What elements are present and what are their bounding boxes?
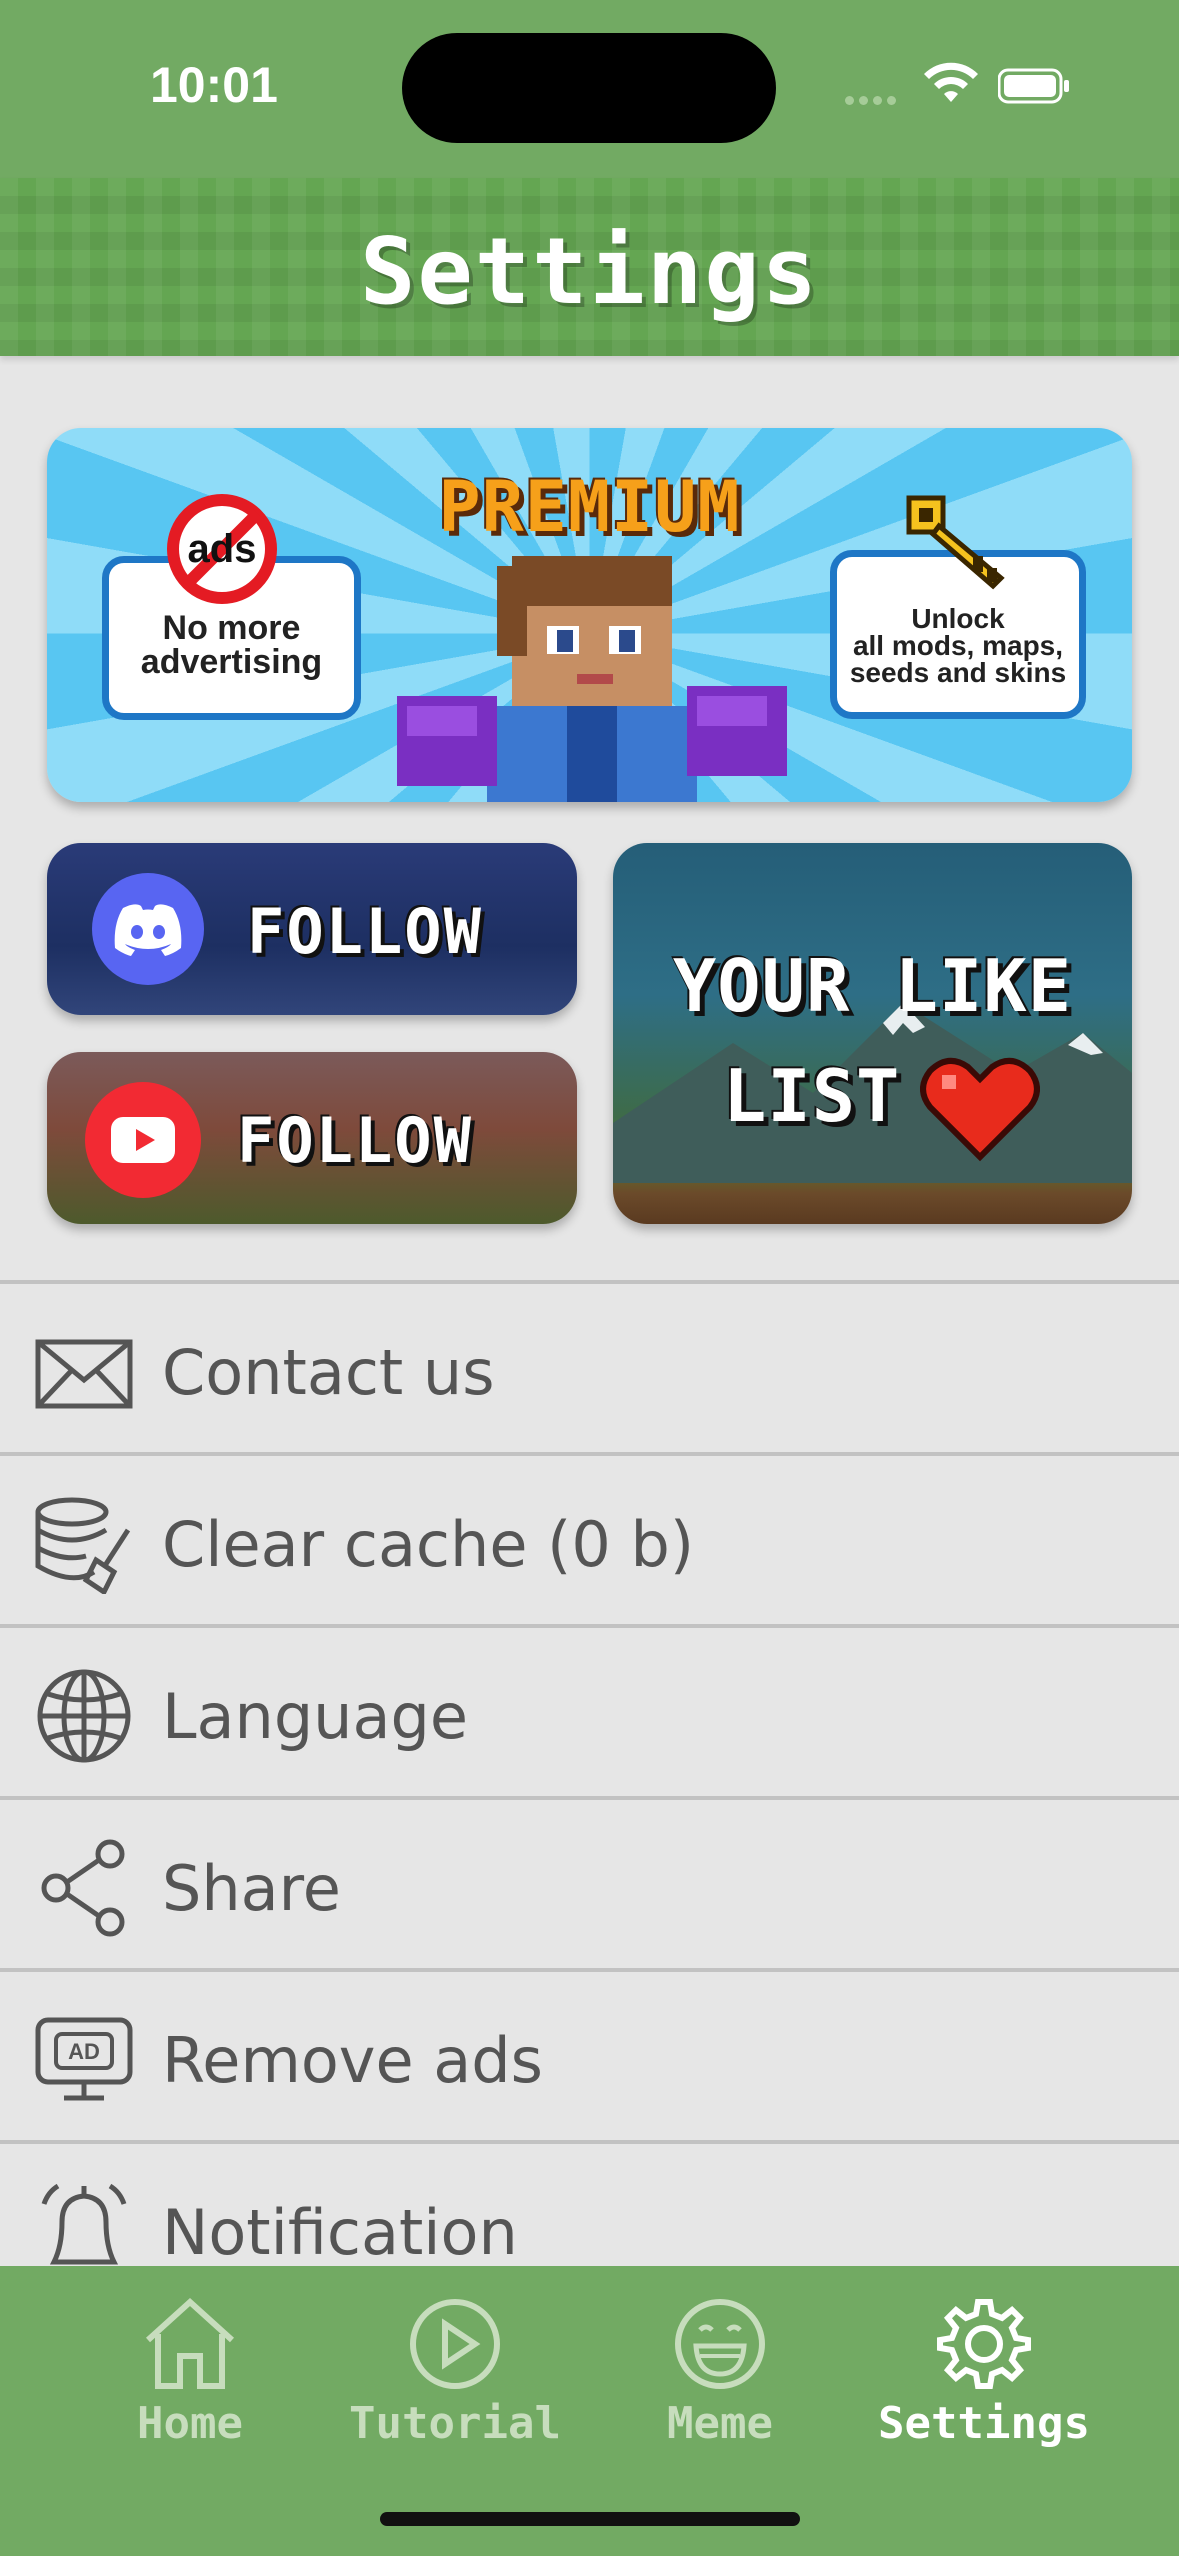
blocky-character-illustration bbox=[397, 556, 787, 802]
battery-icon bbox=[998, 68, 1069, 104]
discord-follow-label: FOLLOW bbox=[247, 895, 483, 968]
premium-title: PREMIUM bbox=[438, 466, 741, 548]
tab-home[interactable]: Home bbox=[70, 2296, 310, 2466]
tab-label: Meme bbox=[667, 2398, 773, 2449]
home-indicator[interactable] bbox=[380, 2512, 800, 2526]
dynamic-island bbox=[402, 33, 776, 143]
settings-item-label: Clear cache (0 b) bbox=[162, 1508, 695, 1581]
settings-item-label: Language bbox=[162, 1680, 468, 1753]
no-ads-text: No more advertising bbox=[140, 609, 323, 681]
envelope-icon bbox=[35, 1339, 133, 1409]
globe-icon bbox=[37, 1669, 131, 1763]
settings-item-clear-cache[interactable]: Clear cache (0 b) bbox=[0, 1452, 1179, 1624]
share-icon bbox=[41, 1839, 125, 1937]
svg-text:AD: AD bbox=[68, 2039, 100, 2064]
house-icon bbox=[145, 2297, 235, 2389]
tab-label: Tutorial bbox=[349, 2398, 561, 2449]
wifi-icon bbox=[924, 62, 978, 102]
page-header: Settings bbox=[0, 178, 1179, 356]
settings-item-label: Remove ads bbox=[162, 2024, 543, 2097]
settings-item-contact-us[interactable]: Contact us bbox=[0, 1280, 1179, 1452]
ad-monitor-icon: AD bbox=[35, 2017, 133, 2101]
gear-icon bbox=[937, 2299, 1031, 2389]
page-title: Settings bbox=[359, 218, 820, 325]
settings-item-remove-ads[interactable]: AD Remove ads bbox=[0, 1968, 1179, 2140]
unlock-title: Unlock bbox=[911, 603, 1005, 634]
settings-item-label: Share bbox=[162, 1852, 341, 1925]
like-list-button[interactable]: YOUR LIKE LIST bbox=[613, 843, 1132, 1224]
play-circle-icon bbox=[410, 2299, 500, 2389]
premium-banner[interactable]: PREMIUM No more advertising ads Unlock a… bbox=[47, 428, 1132, 802]
unlock-description: all mods, maps, seeds and skins bbox=[849, 630, 1067, 688]
heart-icon bbox=[920, 1058, 1040, 1162]
settings-item-language[interactable]: Language bbox=[0, 1624, 1179, 1796]
discord-follow-button[interactable]: FOLLOW bbox=[47, 843, 577, 1015]
tab-label: Settings bbox=[878, 2398, 1090, 2449]
settings-list: Contact us Clear cache (0 b) Language Sh… bbox=[0, 1280, 1179, 2312]
tab-tutorial[interactable]: Tutorial bbox=[335, 2296, 575, 2466]
status-bar: 10:01 bbox=[0, 0, 1179, 178]
tab-settings[interactable]: Settings bbox=[864, 2296, 1104, 2466]
golden-key-icon bbox=[906, 495, 1005, 590]
settings-item-label: Notification bbox=[162, 2196, 518, 2269]
like-list-label: YOUR LIKE LIST bbox=[613, 931, 1132, 1151]
like-list-line2: LIST bbox=[723, 1054, 901, 1138]
cellular-signal-icon bbox=[845, 90, 905, 105]
smiley-icon bbox=[675, 2299, 765, 2389]
youtube-icon bbox=[85, 1082, 201, 1198]
tab-meme[interactable]: Meme bbox=[600, 2296, 840, 2466]
database-broom-icon bbox=[35, 1497, 131, 1594]
youtube-follow-button[interactable]: FOLLOW bbox=[47, 1052, 577, 1224]
tab-label: Home bbox=[137, 2398, 243, 2449]
status-time: 10:01 bbox=[150, 57, 278, 113]
discord-icon bbox=[92, 873, 204, 985]
settings-item-label: Contact us bbox=[162, 1336, 495, 1409]
settings-item-share[interactable]: Share bbox=[0, 1796, 1179, 1968]
unlock-text: Unlock all mods, maps, seeds and skins bbox=[837, 603, 1079, 688]
no-ads-icon: ads bbox=[167, 494, 277, 604]
ads-badge-label: ads bbox=[187, 526, 257, 571]
like-list-line1: YOUR LIKE bbox=[672, 944, 1073, 1028]
youtube-follow-label: FOLLOW bbox=[237, 1104, 473, 1177]
